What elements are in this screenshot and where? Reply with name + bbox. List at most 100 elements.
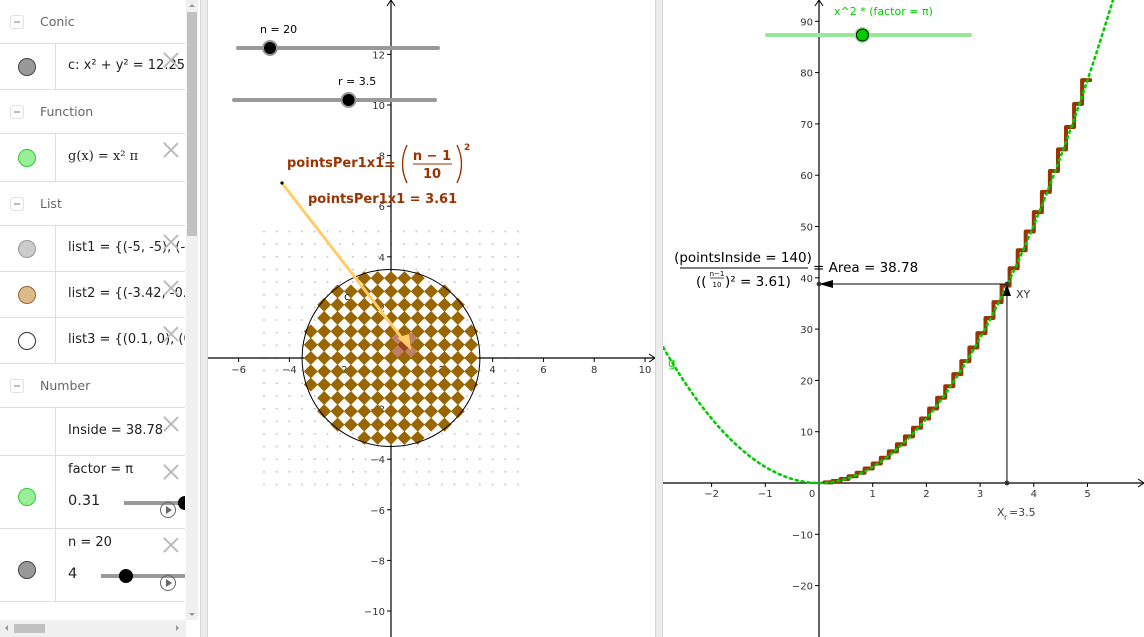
list1-grid-point — [288, 470, 291, 473]
list2-point — [383, 271, 398, 286]
list2-point — [410, 297, 425, 312]
graphics-view-2[interactable]: −2 −1 0 1 2 3 4 5908070605040302010−10−20gXYX r =… — [663, 0, 1144, 637]
visibility-toggle-marble[interactable] — [18, 240, 36, 258]
visibility-cell[interactable] — [0, 134, 56, 181]
visibility-toggle-marble[interactable] — [18, 58, 36, 76]
scroll-down-arrow-icon[interactable] — [189, 613, 195, 616]
scroll-left-arrow-icon[interactable] — [5, 625, 8, 631]
delete-icon[interactable] — [163, 142, 179, 158]
list1-grid-point — [504, 407, 507, 410]
delete-icon[interactable] — [163, 416, 179, 432]
list1-grid-point — [275, 420, 278, 423]
group-title: Conic — [40, 14, 75, 29]
slider-knob[interactable] — [178, 496, 185, 510]
list2-point — [397, 271, 412, 286]
list1-grid-point — [491, 243, 494, 246]
collapse-toggle-icon[interactable] — [10, 105, 24, 119]
collapse-toggle-icon[interactable] — [10, 15, 24, 29]
scroll-up-arrow-icon[interactable] — [189, 4, 195, 7]
list2-point — [410, 311, 425, 326]
visibility-cell[interactable] — [0, 318, 56, 363]
scroll-right-arrow-icon[interactable] — [176, 625, 179, 631]
algebra-expression[interactable]: factor = π — [68, 462, 133, 477]
visibility-toggle-marble[interactable] — [18, 332, 36, 350]
list1-grid-point — [339, 281, 342, 284]
algebra-item[interactable]: n = 20 4 — [0, 529, 185, 602]
list1-grid-point — [263, 230, 265, 233]
collapse-toggle-icon[interactable] — [10, 379, 24, 393]
slider-n-knob[interactable] — [264, 42, 276, 54]
list1-grid-point — [440, 445, 443, 448]
delete-icon[interactable] — [163, 234, 179, 250]
list1-grid-point — [491, 281, 494, 284]
visibility-cell[interactable] — [0, 44, 56, 89]
delete-icon[interactable] — [163, 280, 179, 296]
list1-grid-point — [275, 483, 278, 486]
algebra-vertical-scrollbar[interactable] — [186, 0, 198, 620]
delete-icon[interactable] — [163, 326, 179, 342]
list1-grid-point — [288, 331, 291, 334]
list1-grid-point — [504, 344, 507, 347]
algebra-item[interactable]: list3 = {(0.1, 0), (0. — [0, 318, 185, 364]
list1-grid-point — [428, 255, 431, 258]
visibility-toggle-marble[interactable] — [18, 286, 36, 304]
panel-divider-left[interactable] — [200, 0, 208, 637]
list2-point — [424, 284, 439, 299]
slider-knob[interactable] — [119, 569, 134, 583]
algebra-item[interactable]: c: x² + y² = 12.25 — [0, 44, 185, 90]
algebra-expression[interactable]: Inside = 38.78 — [68, 423, 163, 438]
list1-grid-point — [491, 268, 494, 271]
visibility-cell[interactable] — [0, 529, 56, 601]
list1-grid-point — [275, 230, 278, 233]
delete-icon[interactable] — [163, 52, 179, 68]
list1-grid-point — [301, 407, 304, 410]
list2-point — [357, 297, 372, 312]
group-header-list[interactable]: List — [0, 182, 185, 226]
group-header-function[interactable]: Function — [0, 90, 185, 134]
visibility-cell[interactable] — [0, 456, 56, 528]
scroll-thumb[interactable] — [187, 12, 197, 236]
group-header-number[interactable]: Number — [0, 364, 185, 408]
visibility-cell[interactable] — [0, 272, 56, 317]
play-animation-button[interactable] — [160, 575, 176, 591]
algebra-expression[interactable]: g(x) = x² π — [68, 149, 138, 164]
slider-factor-knob[interactable] — [855, 28, 869, 42]
y-tick-label: 20 — [800, 376, 813, 387]
list1-grid-point — [478, 420, 481, 423]
visibility-toggle-marble[interactable] — [18, 560, 36, 579]
list1-grid-point — [504, 470, 507, 473]
list2-point — [357, 337, 372, 352]
group-header-conic[interactable]: Conic — [0, 0, 185, 44]
visibility-cell[interactable] — [0, 408, 56, 455]
algebra-item[interactable]: g(x) = x² π — [0, 134, 185, 182]
list1-grid-point — [517, 344, 519, 347]
algebra-item[interactable]: list2 = {(-3.42, -0.20 — [0, 272, 185, 318]
list2-point — [437, 297, 452, 312]
panel-divider-right[interactable] — [655, 0, 663, 637]
algebra-list: Conic c: x² + y² = 12.25 Function g(x) = x²… — [0, 0, 185, 620]
graphics-view-1[interactable]: −6−4−2024681012108642−2−4−6−8−10cn = 20r… — [208, 0, 655, 637]
visibility-cell[interactable] — [0, 226, 56, 271]
hscroll-thumb[interactable] — [14, 624, 45, 633]
slider-track[interactable] — [124, 501, 185, 505]
algebra-horizontal-scrollbar[interactable] — [0, 620, 186, 637]
visibility-toggle-marble[interactable] — [18, 149, 36, 167]
list2-point — [330, 337, 345, 352]
delete-icon[interactable] — [163, 537, 179, 553]
list1-grid-point — [478, 281, 481, 284]
list1-grid-point — [478, 243, 481, 246]
algebra-item[interactable]: factor = π 0.31 — [0, 456, 185, 529]
list1-grid-point — [313, 230, 316, 233]
delete-icon[interactable] — [163, 464, 179, 480]
algebra-item[interactable]: Inside = 38.78 — [0, 408, 185, 456]
visibility-toggle-marble[interactable] — [18, 487, 36, 506]
formula-exponent: 2 — [464, 143, 470, 153]
list1-grid-point — [275, 281, 278, 284]
collapse-toggle-icon[interactable] — [10, 197, 24, 211]
algebra-item[interactable]: list1 = {(-5, -5), (-5 — [0, 226, 185, 272]
play-animation-button[interactable] — [160, 502, 176, 518]
list1-grid-point — [364, 268, 367, 271]
list2-point — [343, 417, 358, 432]
algebra-expression[interactable]: n = 20 — [68, 535, 112, 550]
slider-r-knob[interactable] — [342, 94, 355, 106]
